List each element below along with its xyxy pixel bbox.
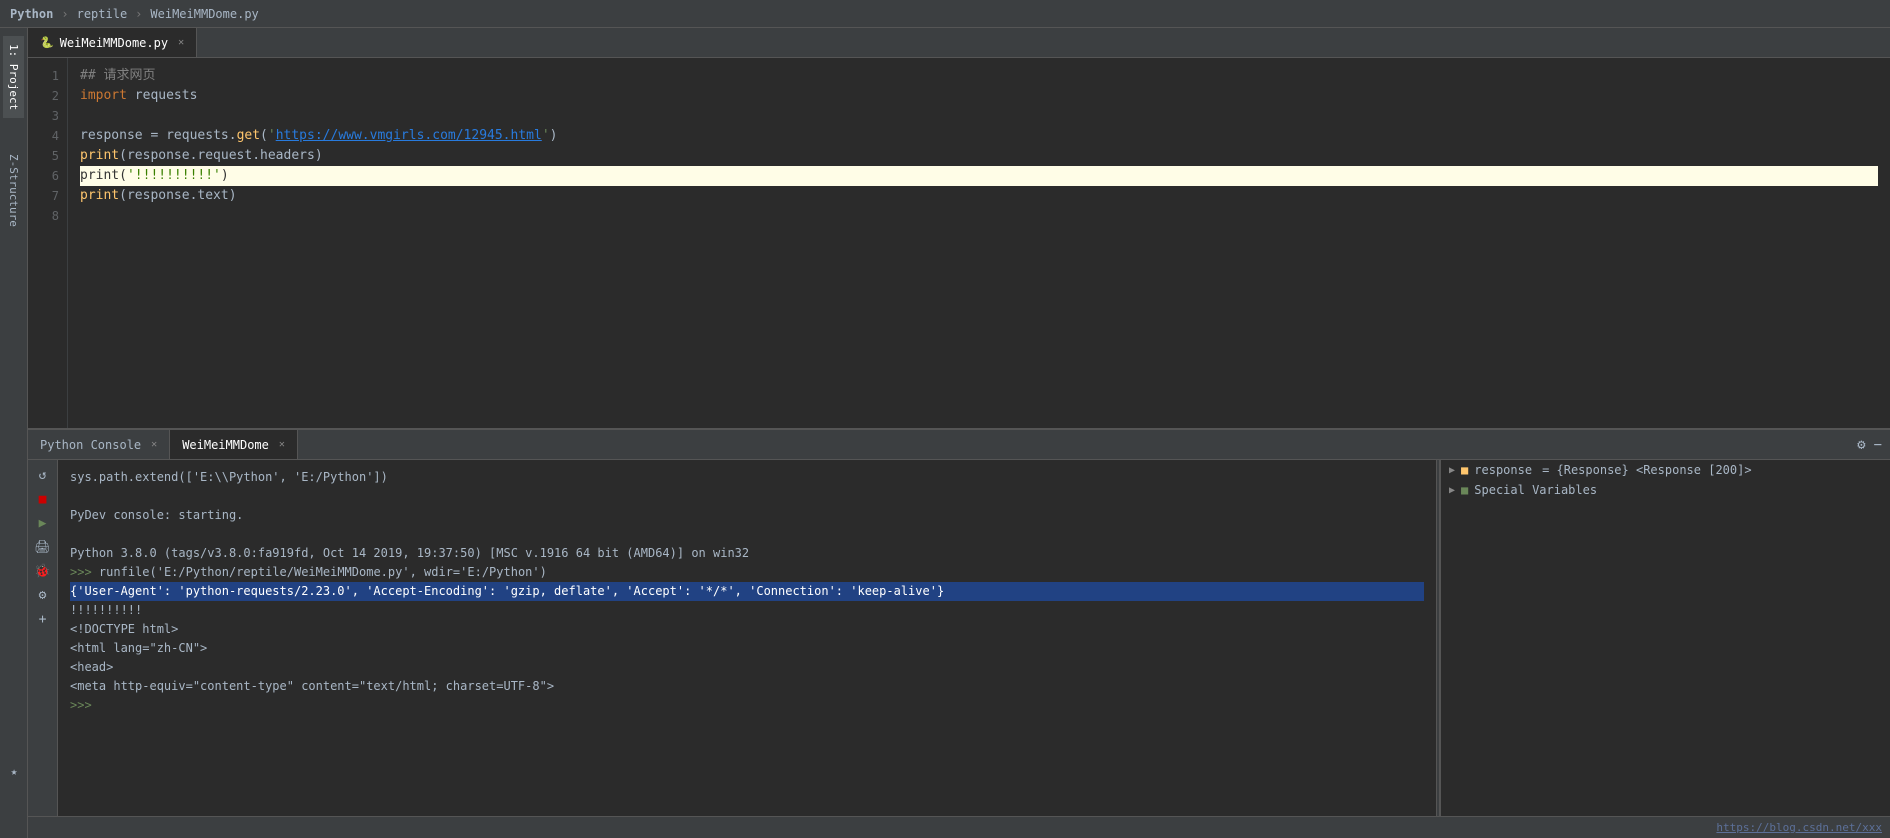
left-sidebar: 1: Project Z-Structure ★ bbox=[0, 28, 28, 838]
console-tab-weiMeiMMDome[interactable]: WeiMeiMMDome ✕ bbox=[170, 430, 298, 459]
file-python-icon: 🐍 bbox=[40, 36, 54, 49]
console-tab-python-console[interactable]: Python Console ✕ bbox=[28, 430, 170, 459]
variable-name-special: Special Variables bbox=[1474, 483, 1597, 497]
console-tab-python-close[interactable]: ✕ bbox=[151, 439, 157, 450]
code-line-4: response = requests.get('https://www.vmg… bbox=[80, 126, 1878, 146]
breadcrumb-reptile[interactable]: reptile bbox=[77, 7, 128, 21]
separator-2: › bbox=[135, 7, 142, 21]
runfile-command: runfile('E:/Python/reptile/WeiMeiMMDome.… bbox=[99, 565, 547, 579]
output-line-1: sys.path.extend(['E:\\Python', 'E:/Pytho… bbox=[70, 468, 1424, 487]
editor-tab-close[interactable]: ✕ bbox=[178, 37, 184, 48]
variable-row-special[interactable]: ▶ ■ Special Variables bbox=[1441, 480, 1890, 500]
output-line-4 bbox=[70, 525, 1424, 544]
editor-tab-bar: 🐍 WeiMeiMMDome.py ✕ bbox=[28, 28, 1890, 58]
print-button[interactable]: 🖨 bbox=[32, 536, 54, 558]
variable-row-response[interactable]: ▶ ■ response = {Response} <Response [200… bbox=[1441, 460, 1890, 480]
breadcrumb-filename[interactable]: WeiMeiMMDome.py bbox=[150, 7, 258, 21]
settings-icon[interactable]: ⚙ bbox=[1857, 437, 1865, 453]
output-line-8: !!!!!!!!!! bbox=[70, 601, 1424, 620]
status-url[interactable]: https://blog.csdn.net/xxx bbox=[1716, 821, 1882, 834]
console-output[interactable]: sys.path.extend(['E:\\Python', 'E:/Pytho… bbox=[58, 460, 1436, 838]
output-line-10: <html lang="zh-CN"> bbox=[70, 639, 1424, 658]
line-num-6: 6 bbox=[28, 166, 67, 186]
output-line-6: >>> runfile('E:/Python/reptile/WeiMeiMMD… bbox=[70, 563, 1424, 582]
output-line-11: <head> bbox=[70, 658, 1424, 677]
rerun-button[interactable]: ↺ bbox=[32, 464, 54, 486]
top-navigation-bar: Python › reptile › WeiMeiMMDome.py bbox=[0, 0, 1890, 28]
code-line-3 bbox=[80, 106, 1878, 126]
code-line-1: ## 请求网页 bbox=[80, 66, 1878, 86]
console-tab-weiMeiMMDome-close[interactable]: ✕ bbox=[279, 439, 285, 450]
expand-arrow-special: ▶ bbox=[1449, 485, 1455, 496]
variable-name-response: response bbox=[1474, 463, 1532, 477]
output-line-5: Python 3.8.0 (tags/v3.8.0:fa919fd, Oct 1… bbox=[70, 544, 1424, 563]
output-line-12: <meta http-equiv="content-type" content=… bbox=[70, 677, 1424, 696]
output-line-3: PyDev console: starting. bbox=[70, 506, 1424, 525]
sidebar-tab-zstructure[interactable]: Z-Structure bbox=[3, 146, 24, 235]
console-tab-python-label: Python Console bbox=[40, 438, 141, 452]
output-line-13: >>> bbox=[70, 696, 1424, 715]
console-toolbar-right: ⚙ − bbox=[1849, 430, 1890, 459]
debug-button[interactable]: 🐞 bbox=[32, 560, 54, 582]
step-button[interactable]: ⚙ bbox=[32, 584, 54, 606]
line-num-2: 2 bbox=[28, 86, 67, 106]
line-num-8: 8 bbox=[28, 206, 67, 226]
console-body: ↺ ■ ▶ 🖨 🐞 ⚙ + sys.path.extend(['E:\\Pyth… bbox=[28, 460, 1890, 838]
editor-section: 🐍 WeiMeiMMDome.py ✕ 1 2 3 4 5 6 7 8 ## 请… bbox=[28, 28, 1890, 428]
code-line-8 bbox=[80, 206, 1878, 226]
prompt-1: >>> bbox=[70, 565, 92, 579]
line-num-4: 4 bbox=[28, 126, 67, 146]
response-icon: ■ bbox=[1461, 463, 1468, 477]
prompt-2: >>> bbox=[70, 698, 92, 712]
output-line-9: <!DOCTYPE html> bbox=[70, 620, 1424, 639]
code-content[interactable]: ## 请求网页 import requests response = reque… bbox=[68, 58, 1890, 428]
line-num-1: 1 bbox=[28, 66, 67, 86]
code-line-5: print(response.request.headers) bbox=[80, 146, 1878, 166]
stop-button[interactable]: ■ bbox=[32, 488, 54, 510]
line-num-3: 3 bbox=[28, 106, 67, 126]
code-line-2: import requests bbox=[80, 86, 1878, 106]
run-button[interactable]: ▶ bbox=[32, 512, 54, 534]
line-numbers: 1 2 3 4 5 6 7 8 bbox=[28, 58, 68, 428]
sidebar-favorites[interactable]: ★ bbox=[11, 765, 18, 778]
separator-1: › bbox=[61, 7, 68, 21]
sidebar-tab-project[interactable]: 1: Project bbox=[3, 36, 24, 118]
editor-tab-weiMeiMMDome[interactable]: 🐍 WeiMeiMMDome.py ✕ bbox=[28, 28, 197, 57]
code-editor[interactable]: 1 2 3 4 5 6 7 8 ## 请求网页 import requests … bbox=[28, 58, 1890, 428]
output-line-2 bbox=[70, 487, 1424, 506]
variables-panel: ▶ ■ response = {Response} <Response [200… bbox=[1440, 460, 1890, 838]
brand-label: Python bbox=[10, 7, 53, 21]
special-icon: ■ bbox=[1461, 483, 1468, 497]
variable-value-response: = {Response} <Response [200]> bbox=[1542, 463, 1752, 477]
code-line-6: print('!!!!!!!!!!') bbox=[80, 166, 1878, 186]
minus-icon[interactable]: − bbox=[1874, 437, 1882, 453]
output-line-7: {'User-Agent': 'python-requests/2.23.0',… bbox=[70, 582, 1424, 601]
console-tab-bar: Python Console ✕ WeiMeiMMDome ✕ ⚙ − bbox=[28, 430, 1890, 460]
expand-arrow-response: ▶ bbox=[1449, 465, 1455, 476]
code-line-7: print(response.text) bbox=[80, 186, 1878, 206]
editor-tab-label: WeiMeiMMDome.py bbox=[60, 36, 168, 50]
console-tab-weiMeiMMDome-label: WeiMeiMMDome bbox=[182, 438, 269, 452]
console-left-toolbar: ↺ ■ ▶ 🖨 🐞 ⚙ + bbox=[28, 460, 58, 838]
add-button[interactable]: + bbox=[32, 608, 54, 630]
line-num-7: 7 bbox=[28, 186, 67, 206]
main-area: 🐍 WeiMeiMMDome.py ✕ 1 2 3 4 5 6 7 8 ## 请… bbox=[28, 28, 1890, 838]
status-bar: https://blog.csdn.net/xxx bbox=[0, 816, 1890, 838]
console-section: Python Console ✕ WeiMeiMMDome ✕ ⚙ − ↺ ■ … bbox=[28, 428, 1890, 838]
line-num-5: 5 bbox=[28, 146, 67, 166]
